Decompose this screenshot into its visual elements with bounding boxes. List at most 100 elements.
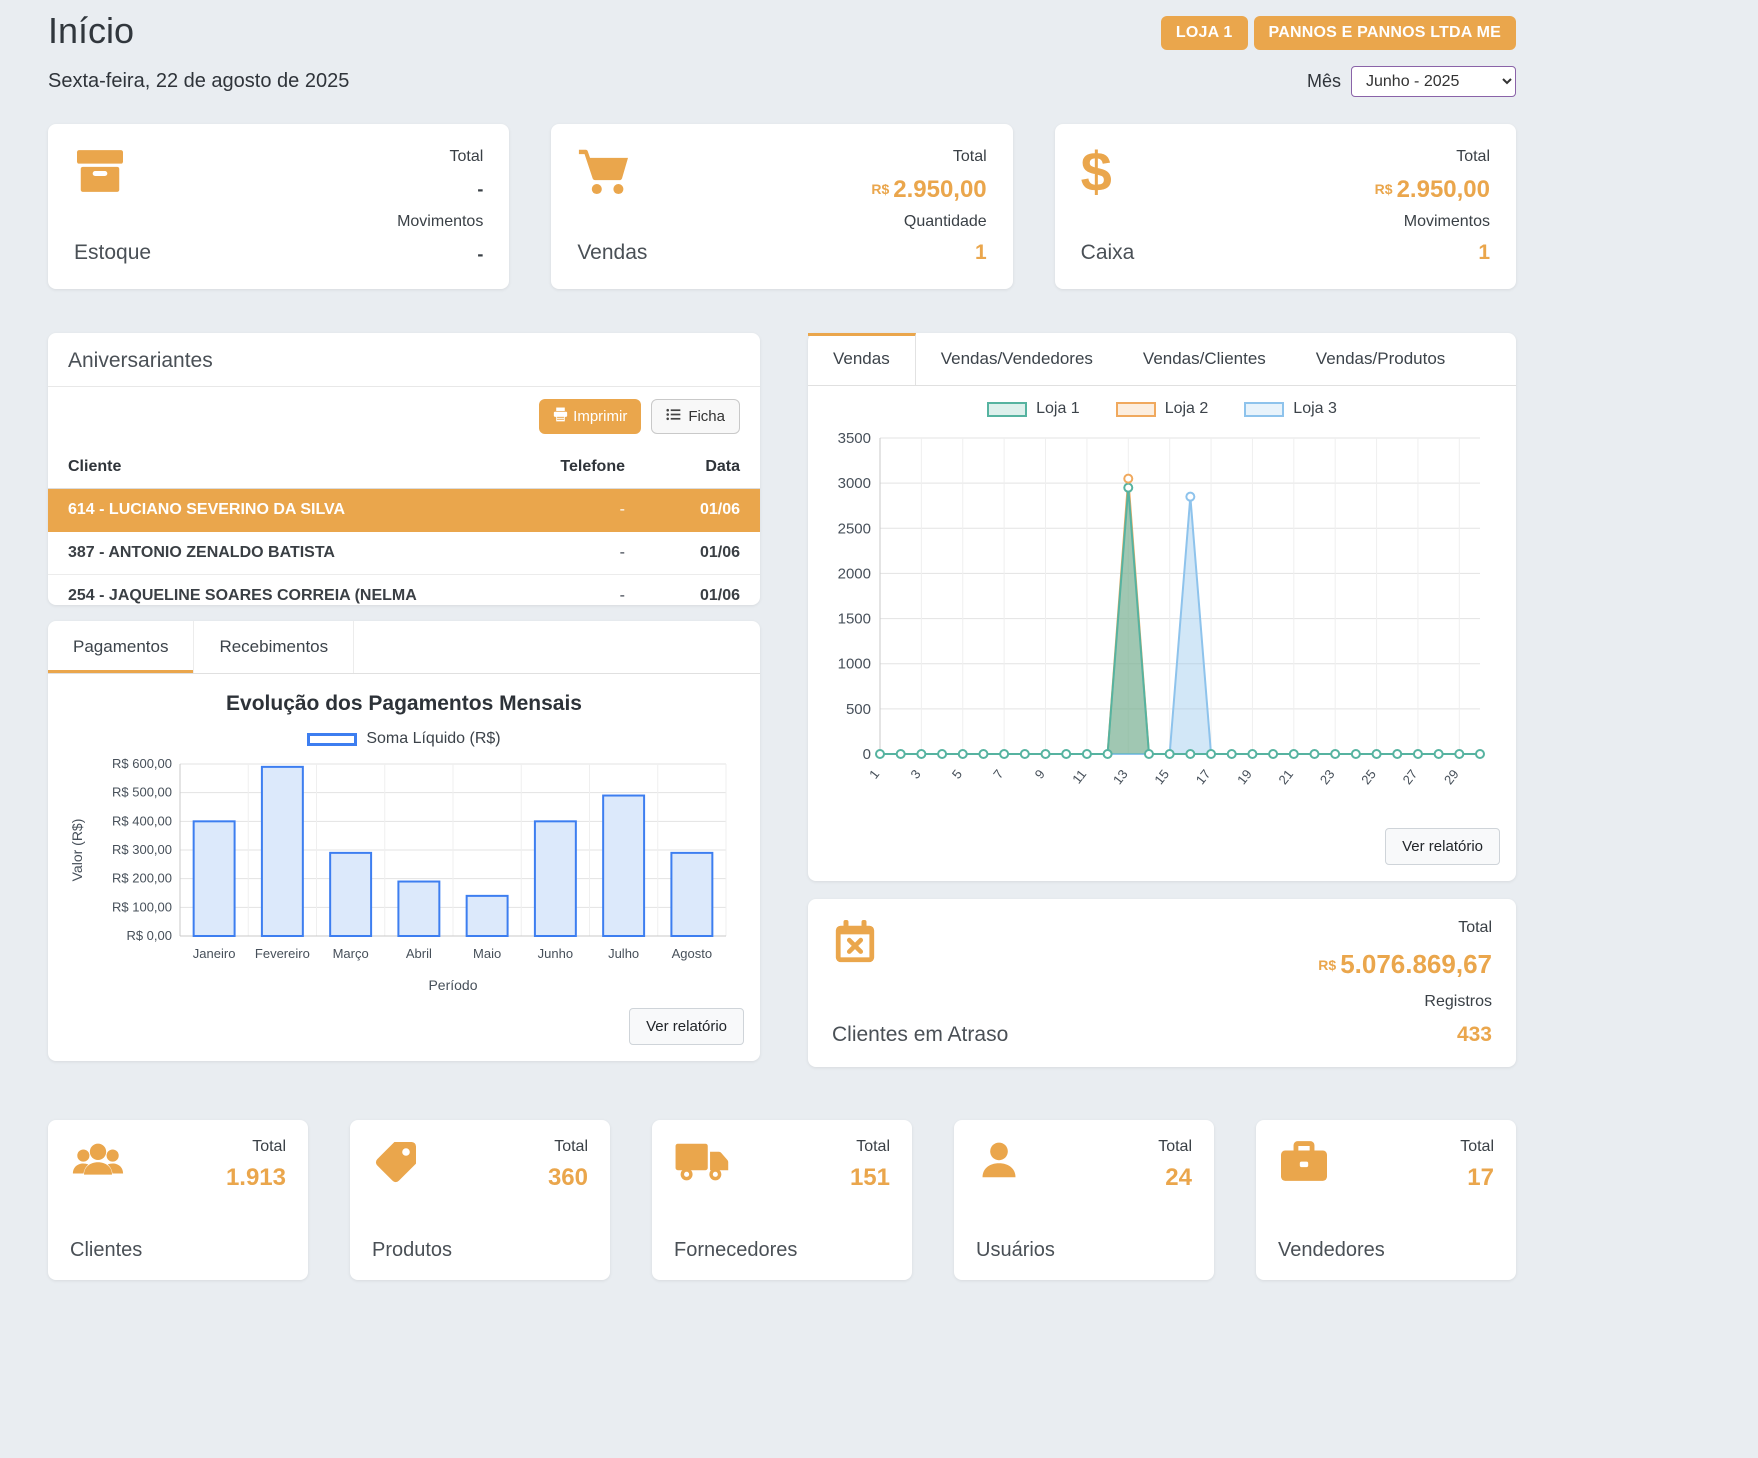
briefcase-icon — [1278, 1138, 1330, 1189]
tag-icon — [372, 1138, 420, 1191]
stat-label-vendas: Vendas — [577, 241, 647, 265]
stat-values: Total - Movimentos - — [397, 148, 483, 265]
list-icon — [666, 408, 681, 425]
svg-text:23: 23 — [1317, 767, 1338, 788]
telefone-cell: - — [505, 532, 645, 575]
soma-liquido-label: Soma Líquido (R$) — [366, 730, 500, 748]
table-row[interactable]: 387 - ANTONIO ZENALDO BATISTA - 01/06 — [48, 532, 760, 575]
btn-row: Ver relatório — [48, 1000, 760, 1061]
atraso-left: Clientes em Atraso — [832, 919, 1008, 1047]
tab-recebimentos[interactable]: Recebimentos — [194, 621, 354, 673]
bottom-row: Total 1.913 Clientes Total 360 Pr — [48, 1120, 1516, 1280]
telefone-cell: - — [505, 575, 645, 606]
svg-text:17: 17 — [1193, 767, 1214, 788]
table-row[interactable]: 254 - JAQUELINE SOARES CORREIA (NELMA - … — [48, 575, 760, 606]
card-label: Usuários — [976, 1239, 1192, 1262]
imprimir-button[interactable]: Imprimir — [539, 399, 641, 434]
month-select[interactable]: Junho - 2025 — [1351, 66, 1516, 97]
vendas-line-chart: 0500100015002000250030003500135791113151… — [828, 424, 1496, 820]
company-badge[interactable]: PANNOS E PANNOS LTDA ME — [1254, 16, 1516, 50]
total-label: Total — [548, 1138, 588, 1156]
tab-vendas[interactable]: Vendas — [808, 333, 916, 385]
registros-value: 433 — [1457, 1023, 1492, 1047]
table-header-row: Cliente Telefone Data — [48, 446, 760, 489]
loja3-swatch — [1244, 402, 1284, 417]
tab-vendas-clientes[interactable]: Vendas/Clientes — [1118, 333, 1291, 385]
subheader: Sexta-feira, 22 de agosto de 2025 Mês Ju… — [48, 66, 1516, 97]
aniversariantes-panel: Aniversariantes Imprimir — [48, 333, 760, 605]
data-cell: 01/06 — [645, 532, 760, 575]
bar-chart-legend: Soma Líquido (R$) — [48, 716, 760, 754]
svg-text:19: 19 — [1234, 767, 1255, 788]
total-label: Total — [1458, 919, 1492, 937]
tab-vendas-produtos[interactable]: Vendas/Produtos — [1291, 333, 1470, 385]
svg-text:R$ 400,00: R$ 400,00 — [112, 813, 172, 828]
quantidade-value: 1 — [975, 241, 987, 265]
column-data: Data — [645, 446, 760, 489]
svg-text:R$ 300,00: R$ 300,00 — [112, 842, 172, 857]
left-column: Aniversariantes Imprimir — [48, 333, 760, 1061]
quantidade-label: Quantidade — [904, 213, 987, 231]
stat-values: Total R$2.950,00 Quantidade 1 — [871, 148, 986, 265]
total-value: R$2.950,00 — [1375, 176, 1490, 204]
total-value: 1.913 — [226, 1164, 286, 1192]
svg-text:R$ 100,00: R$ 100,00 — [112, 899, 172, 914]
telefone-cell: - — [505, 489, 645, 532]
svg-text:2000: 2000 — [838, 565, 871, 582]
ver-relatorio-pagamentos-button[interactable]: Ver relatório — [629, 1008, 744, 1045]
tab-pagamentos[interactable]: Pagamentos — [48, 621, 194, 673]
stat-card-vendas: Vendas Total R$2.950,00 Quantidade 1 — [551, 124, 1012, 289]
ficha-label: Ficha — [688, 408, 725, 425]
cliente-cell: 254 - JAQUELINE SOARES CORREIA (NELMA — [48, 575, 505, 606]
svg-text:13: 13 — [1110, 767, 1131, 788]
store-badge[interactable]: LOJA 1 — [1161, 16, 1248, 50]
current-date: Sexta-feira, 22 de agosto de 2025 — [48, 70, 349, 93]
movimentos-value: - — [477, 244, 483, 265]
tab-vendas-vendedores[interactable]: Vendas/Vendedores — [916, 333, 1118, 385]
legend-item-loja2: Loja 2 — [1116, 400, 1209, 418]
aniversariantes-table: Cliente Telefone Data 614 - LUCIANO SEVE… — [48, 446, 760, 605]
card-label: Vendedores — [1278, 1239, 1494, 1262]
page-title: Início — [48, 10, 134, 52]
total-value: 360 — [548, 1164, 588, 1192]
header-badges: LOJA 1 PANNOS E PANNOS LTDA ME — [1161, 16, 1516, 50]
pagamentos-bar-chart: R$ 0,00R$ 100,00R$ 200,00R$ 300,00R$ 400… — [68, 754, 740, 1000]
mini-top: Total 1.913 — [70, 1138, 286, 1192]
atraso-values: Total R$5.076.869,67 Registros 433 — [1318, 919, 1492, 1047]
mini-values: Total 24 — [1158, 1138, 1192, 1192]
table-row[interactable]: 614 - LUCIANO SEVERINO DA SILVA - 01/06 — [48, 489, 760, 532]
dollar-icon: $ — [1081, 148, 1135, 196]
total-value: 17 — [1460, 1164, 1494, 1192]
clientes-card: Total 1.913 Clientes — [48, 1120, 308, 1280]
svg-text:Abril: Abril — [406, 946, 432, 961]
loja3-label: Loja 3 — [1293, 400, 1337, 418]
pagamentos-tabs: Pagamentos Recebimentos — [48, 621, 760, 674]
mini-values: Total 1.913 — [226, 1138, 286, 1192]
ver-relatorio-vendas-button[interactable]: Ver relatório — [1385, 828, 1500, 865]
header: Início LOJA 1 PANNOS E PANNOS LTDA ME — [48, 10, 1516, 52]
total-label: Total — [953, 148, 987, 166]
svg-text:25: 25 — [1358, 767, 1379, 788]
svg-text:3000: 3000 — [838, 475, 871, 492]
dashboard-page: Início LOJA 1 PANNOS E PANNOS LTDA ME Se… — [48, 0, 1516, 1280]
data-cell: 01/06 — [645, 489, 760, 532]
mini-top: Total 24 — [976, 1138, 1192, 1192]
svg-text:3: 3 — [907, 767, 923, 782]
stat-label-caixa: Caixa — [1081, 241, 1135, 265]
mini-values: Total 151 — [850, 1138, 890, 1192]
svg-text:21: 21 — [1275, 767, 1296, 788]
svg-text:0: 0 — [863, 746, 871, 763]
currency-prefix: R$ — [871, 181, 889, 197]
movimentos-value: 1 — [1478, 241, 1490, 265]
month-filter: Mês Junho - 2025 — [1307, 66, 1516, 97]
svg-text:27: 27 — [1400, 767, 1421, 788]
movimentos-label: Movimentos — [1404, 213, 1490, 231]
ficha-button[interactable]: Ficha — [651, 399, 740, 434]
clientes-atraso-card: Clientes em Atraso Total R$5.076.869,67 … — [808, 899, 1516, 1067]
stat-values: Total R$2.950,00 Movimentos 1 — [1375, 148, 1490, 265]
svg-text:500: 500 — [846, 701, 871, 718]
loja1-label: Loja 1 — [1036, 400, 1080, 418]
stat-left: Estoque — [74, 148, 151, 265]
mini-values: Total 360 — [548, 1138, 588, 1192]
produtos-card: Total 360 Produtos — [350, 1120, 610, 1280]
